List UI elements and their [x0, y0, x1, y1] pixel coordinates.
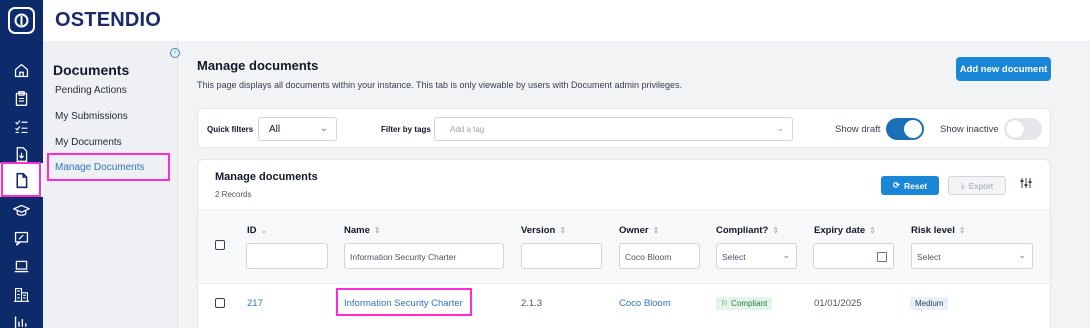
column-header-compliant-label: Compliant? — [716, 225, 769, 236]
column-header-name[interactable]: Name ⇕ — [344, 225, 381, 236]
column-settings-icon[interactable] — [1020, 177, 1032, 189]
risk-level-badge: Medium — [910, 297, 949, 310]
risk-level-filter-select[interactable]: Select ⌄ — [911, 243, 1033, 269]
subnav-item-my-documents[interactable]: My Documents — [55, 137, 122, 148]
expiry-date-filter-input[interactable] — [813, 243, 894, 269]
chevron-down-icon: ⌄ — [1018, 250, 1026, 260]
subnav-item-my-submissions[interactable]: My Submissions — [55, 111, 128, 122]
risk-level-label: Medium — [915, 299, 944, 308]
owner-filter-input[interactable]: Coco Bloom — [619, 243, 700, 269]
chat-icon[interactable] — [11, 228, 31, 248]
page-description: This page displays all documents within … — [197, 80, 683, 90]
reset-button[interactable]: ⟳ Reset — [881, 176, 939, 195]
chevron-down-icon: ⌄ — [319, 123, 328, 134]
name-filter-input[interactable]: Information Security Charter — [344, 243, 504, 269]
page-title: Manage documents — [197, 58, 319, 73]
column-header-id-label: ID — [247, 225, 257, 236]
quick-filters-label: Quick filters — [207, 125, 254, 134]
column-header-id[interactable]: ID ⌄ — [247, 225, 267, 236]
column-header-compliant[interactable]: Compliant? ⇕ — [716, 225, 779, 236]
row-expiry-date: 01/01/2025 — [814, 298, 862, 309]
top-header: OSTENDIO — [43, 0, 1090, 41]
compliant-badge: ⚐ Compliant — [716, 297, 773, 310]
quick-filters-select[interactable]: All ⌄ — [258, 117, 337, 141]
refresh-icon: ⟳ — [892, 180, 900, 190]
sort-icon: ⇕ — [652, 226, 660, 235]
column-header-owner[interactable]: Owner ⇕ — [619, 225, 659, 236]
export-label: Export — [968, 180, 994, 191]
column-header-risk-level[interactable]: Risk level ⇕ — [911, 225, 966, 236]
documents-subnav: ‹ Documents Pending Actions My Submissio… — [43, 41, 180, 328]
column-header-owner-label: Owner — [619, 225, 649, 236]
buildings-icon[interactable] — [11, 284, 31, 304]
table-title: Manage documents — [215, 171, 318, 183]
download-icon: ⤓ — [960, 180, 965, 190]
laptop-icon[interactable] — [11, 256, 31, 276]
compliant-badge-label: Compliant — [731, 299, 768, 308]
subnav-title: Documents — [53, 62, 130, 78]
chevron-down-icon: ⌄ — [782, 250, 790, 260]
reset-label: Reset — [903, 180, 928, 191]
flag-icon: ⚐ — [721, 299, 729, 308]
toggle-knob — [904, 120, 922, 138]
app-logo-icon[interactable] — [8, 7, 35, 34]
left-rail — [0, 0, 43, 328]
table-row[interactable]: 217 Information Security Charter 2.1.3 C… — [198, 284, 1050, 324]
records-count: 2 Records — [215, 190, 252, 199]
calendar-icon[interactable] — [877, 252, 887, 262]
subnav-item-pending-actions[interactable]: Pending Actions — [55, 85, 127, 96]
filter-bar: Quick filters All ⌄ Filter by tags Add a… — [197, 108, 1051, 148]
row-name-highlight — [336, 288, 472, 316]
column-header-expiry-label: Expiry date — [814, 225, 866, 236]
graduation-cap-icon[interactable] — [11, 200, 31, 220]
checklist-icon[interactable] — [11, 116, 31, 136]
bar-chart-icon[interactable] — [11, 312, 31, 328]
brand-name: OSTENDIO — [55, 9, 162, 31]
row-owner-link[interactable]: Coco Bloom — [619, 298, 671, 309]
export-button[interactable]: ⤓ Export — [948, 176, 1006, 195]
id-filter-input[interactable] — [246, 243, 328, 269]
compliant-filter-select[interactable]: Select ⌄ — [716, 243, 797, 269]
show-inactive-label: Show inactive — [940, 124, 999, 135]
row-checkbox[interactable] — [215, 298, 225, 308]
compliant-filter-value: Select — [722, 252, 746, 262]
table-header: ID ⌄ Name ⇕ Version ⇕ Owner ⇕ Compliant? ⇕ Ex… — [198, 209, 1050, 284]
chevron-down-icon: ⌄ — [776, 123, 784, 133]
file-import-icon[interactable] — [11, 144, 31, 164]
home-icon[interactable] — [11, 60, 31, 80]
version-filter-input[interactable] — [521, 243, 602, 269]
row-version: 2.1.3 — [521, 298, 543, 309]
sort-icon: ⇕ — [373, 226, 381, 235]
sort-icon: ⇕ — [958, 226, 966, 235]
filter-by-tags-input[interactable]: Add a tag ⌄ — [434, 117, 793, 141]
sort-desc-icon: ⌄ — [260, 226, 268, 235]
show-draft-toggle[interactable] — [886, 118, 924, 140]
row-id-link[interactable]: 217 — [247, 298, 263, 309]
add-new-document-button[interactable]: Add new document — [956, 57, 1051, 81]
main-content: Manage documents This page displays all … — [178, 41, 1090, 328]
select-all-checkbox[interactable] — [215, 240, 225, 250]
sort-icon: ⇕ — [772, 226, 779, 235]
toggle-knob — [1006, 120, 1024, 138]
sort-icon: ⇕ — [869, 226, 876, 235]
show-draft-label: Show draft — [835, 124, 881, 135]
documents-table-panel: Manage documents 2 Records ⟳ Reset ⤓ Exp… — [197, 159, 1051, 328]
column-header-expiry-date[interactable]: Expiry date ⇕ — [814, 225, 876, 236]
quick-filters-value: All — [269, 124, 281, 135]
column-header-version-label: Version — [521, 225, 556, 236]
clipboard-icon[interactable] — [11, 88, 31, 108]
active-subnav-highlight — [47, 153, 170, 181]
active-nav-highlight — [1, 162, 41, 197]
column-header-version[interactable]: Version ⇕ — [521, 225, 566, 236]
column-header-risk-label: Risk level — [911, 225, 955, 236]
column-header-name-label: Name — [344, 225, 370, 236]
filter-by-tags-label: Filter by tags — [381, 125, 431, 134]
show-inactive-toggle[interactable] — [1004, 118, 1042, 140]
sort-icon: ⇕ — [559, 226, 567, 235]
risk-filter-value: Select — [917, 252, 941, 262]
tags-placeholder: Add a tag — [450, 125, 485, 134]
